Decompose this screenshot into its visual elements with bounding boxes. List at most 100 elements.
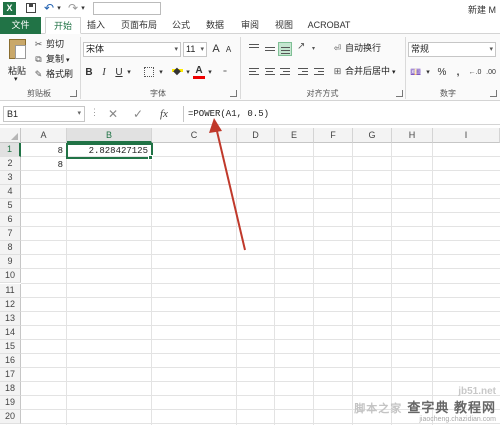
decrease-indent-icon[interactable] [296,65,310,79]
select-all-button[interactable] [0,128,21,143]
row-header-7[interactable]: 7 [0,227,21,242]
chevron-down-icon[interactable]: ▾ [309,42,323,56]
copy-button[interactable]: ⧉ 复制 ▾ [33,53,69,66]
align-left-icon[interactable] [247,65,261,79]
chevron-down-icon[interactable]: ▾ [184,65,192,80]
row-header-13[interactable]: 13 [0,311,21,326]
column-header-h[interactable]: H [392,128,433,143]
comma-button[interactable]: , [453,65,463,80]
cancel-button[interactable]: ✕ [108,106,118,122]
number-launcher-icon[interactable] [490,90,497,97]
chevron-down-icon[interactable]: ▾ [424,65,432,80]
row-header-20[interactable]: 20 [0,409,21,424]
insert-function-button[interactable]: fx [160,106,168,122]
row-header-2[interactable]: 2 [0,157,21,172]
undo-icon[interactable]: ↶ [42,1,56,16]
row-header-10[interactable]: 10 [0,269,21,284]
tab-insert[interactable]: 插入 [84,17,108,34]
align-top-icon[interactable] [247,42,261,56]
column-header-b[interactable]: B [67,128,152,143]
cell-b1[interactable]: 2.828427125 [66,143,153,159]
column-header-d[interactable]: D [237,128,275,143]
cut-button[interactable]: ✂ 剪切 [33,38,64,51]
percent-button[interactable]: % [436,65,448,80]
align-right-icon[interactable] [278,65,292,79]
row-header-18[interactable]: 18 [0,381,21,396]
quick-access-field[interactable] [93,2,161,15]
name-box[interactable]: B1 ▾ [3,106,85,122]
redo-dropdown-icon[interactable]: ▾ [79,1,87,16]
clipboard-launcher-icon[interactable] [70,90,77,97]
phonetic-button[interactable]: ⁼ [219,65,231,80]
font-name-select[interactable]: 宋体 ▾ [83,42,181,57]
font-launcher-icon[interactable] [230,90,237,97]
excel-app-icon[interactable]: X [3,2,16,15]
align-middle-icon[interactable] [263,42,277,56]
row-header-12[interactable]: 12 [0,297,21,312]
column-header-a[interactable]: A [21,128,67,143]
column-header-i[interactable]: I [433,128,500,143]
column-header-f[interactable]: F [314,128,353,143]
redo-icon[interactable]: ↷ [66,1,80,16]
fill-handle[interactable] [148,155,153,160]
window-title: 新建 M [468,5,496,15]
row-header-1[interactable]: 1 [0,143,21,158]
italic-button[interactable]: I [99,65,109,80]
number-format-select[interactable]: 常规 ▾ [408,42,496,57]
row-header-8[interactable]: 8 [0,241,21,256]
resize-handle-icon[interactable]: ⋮ [90,107,99,118]
row-header-16[interactable]: 16 [0,353,21,368]
borders-button[interactable] [141,65,157,80]
tab-view[interactable]: 视图 [272,17,296,34]
row-header-14[interactable]: 14 [0,325,21,340]
chevron-down-icon[interactable]: ▾ [125,65,133,80]
shrink-font-button[interactable]: A [223,42,234,57]
bold-button[interactable]: B [83,65,95,80]
align-center-icon[interactable] [263,65,277,79]
row-header-3[interactable]: 3 [0,171,21,186]
fill-color-button[interactable]: ◆ [170,65,184,80]
formula-input[interactable]: =POWER(A1, 0.5) [183,106,500,122]
grow-font-button[interactable]: A [210,42,222,57]
currency-button[interactable]: 💷 [408,65,424,80]
chevron-down-icon[interactable]: ▾ [157,65,165,80]
tab-review[interactable]: 审阅 [238,17,262,34]
increase-indent-icon[interactable] [312,65,326,79]
tab-acrobat[interactable]: ACROBAT [305,17,353,34]
tab-home[interactable]: 开始 [45,17,81,34]
align-bottom-icon[interactable] [278,42,292,56]
save-icon[interactable] [24,1,38,16]
row-header-17[interactable]: 17 [0,367,21,382]
row-header-5[interactable]: 5 [0,199,21,214]
tab-data[interactable]: 数据 [203,17,227,34]
chevron-down-icon[interactable]: ▾ [206,65,214,80]
undo-dropdown-icon[interactable]: ▾ [55,1,63,16]
enter-button[interactable]: ✓ [133,106,143,122]
column-header-e[interactable]: E [275,128,314,143]
row-header-4[interactable]: 4 [0,185,21,200]
row-header-11[interactable]: 11 [0,283,21,298]
increase-decimal-icon[interactable]: ←.0 [468,65,482,80]
paste-button[interactable]: 粘贴 ▾ [4,36,30,84]
cell-a2[interactable]: 8 [22,158,66,172]
tab-formulas[interactable]: 公式 [169,17,193,34]
font-color-button[interactable]: A [193,65,205,79]
font-size-select[interactable]: 11 ▾ [183,42,207,57]
underline-button[interactable]: U [113,65,125,80]
row-header-19[interactable]: 19 [0,395,21,410]
tab-page-layout[interactable]: 页面布局 [116,17,162,34]
wrap-text-button[interactable]: ⏎ 自动换行 [332,42,381,55]
column-header-c[interactable]: C [152,128,237,143]
cell-a1[interactable]: 8 [22,144,66,158]
orientation-icon[interactable]: ↗ [296,41,310,56]
decrease-decimal-icon[interactable]: .00 [484,65,498,80]
row-header-6[interactable]: 6 [0,213,21,228]
row-header-9[interactable]: 9 [0,255,21,270]
format-painter-button[interactable]: ✎ 格式刷 [33,68,73,81]
alignment-launcher-icon[interactable] [396,90,403,97]
spreadsheet-grid[interactable]: A B C D E F G H I 1 2 3 4 5 6 7 8 9 10 11 12 13 14 15 1… [0,128,500,425]
column-header-g[interactable]: G [353,128,392,143]
row-header-15[interactable]: 15 [0,339,21,354]
merge-center-button[interactable]: ⊞ 合并后居中 ▾ [332,65,396,78]
tab-file[interactable]: 文件 [0,17,41,34]
